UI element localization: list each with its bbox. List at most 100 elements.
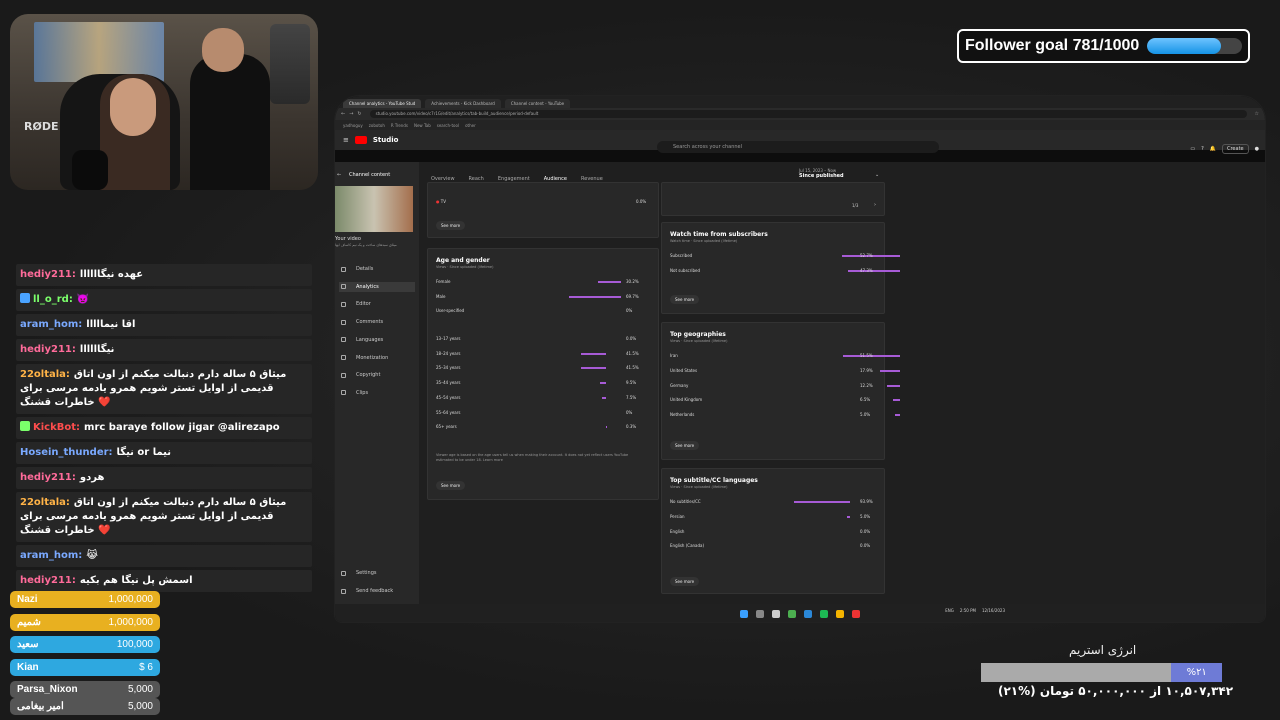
sidebar-item-send-feedback[interactable]: Send feedback xyxy=(339,586,415,596)
edge-icon[interactable] xyxy=(804,610,812,618)
start-icon[interactable] xyxy=(740,610,748,618)
chat-username[interactable]: ll_o_rd: xyxy=(33,294,73,305)
chat-username[interactable]: aram_hom: xyxy=(20,319,82,330)
browser-tab-strip: Channel analytics - YouTube Stud Achieve… xyxy=(335,96,1265,108)
messages-icon[interactable]: ▭ xyxy=(1190,146,1195,152)
sidebar-item-languages[interactable]: Languages xyxy=(339,335,415,345)
device-row: ● TV 0.0% xyxy=(436,199,646,205)
notifications-icon[interactable]: 🔔 xyxy=(1210,146,1216,152)
clock-date[interactable]: 12/16/2023 xyxy=(982,608,1005,613)
sidebar-item-monetization[interactable]: Monetization xyxy=(339,353,415,363)
stat-row: Male 69.7% xyxy=(436,294,666,300)
sidebar-item-clips[interactable]: Clips xyxy=(339,388,415,398)
chevron-right-icon[interactable]: › xyxy=(874,202,876,208)
reload-icon[interactable]: ↻ xyxy=(357,111,361,117)
bookmark[interactable]: yadhoguy xyxy=(343,123,363,128)
obs-icon[interactable] xyxy=(852,610,860,618)
clips-icon xyxy=(341,390,346,396)
channel-content-link[interactable]: Channel content xyxy=(349,172,390,178)
bookmark[interactable]: R Trends xyxy=(391,123,408,128)
stat-row: 25–34 years 41.5% xyxy=(436,365,666,371)
spotify-icon[interactable] xyxy=(820,610,828,618)
chat-username[interactable]: hediy211: xyxy=(20,344,76,355)
bookmark[interactable]: New Tab xyxy=(414,123,431,128)
stat-bar xyxy=(598,281,621,283)
avatar[interactable]: ● xyxy=(1255,146,1259,152)
chat-username[interactable]: Hosein_thunder: xyxy=(20,447,113,458)
star-icon[interactable]: ☆ xyxy=(1255,111,1259,117)
stat-row: 45–54 years 7.5% xyxy=(436,395,666,401)
stat-bar xyxy=(581,352,606,355)
device-type-card: ● TV 0.0% See more xyxy=(427,182,659,238)
browser-tab[interactable]: Channel analytics - YouTube Stud xyxy=(343,99,422,108)
date-range-label: Since published xyxy=(799,173,844,179)
help-icon[interactable]: ? xyxy=(1201,146,1204,152)
chat-username[interactable]: 22oltala: xyxy=(20,369,70,380)
card-title: Top subtitle/CC languages xyxy=(670,477,758,484)
chat-username[interactable]: 22oltala: xyxy=(20,497,70,508)
see-more-button[interactable]: See more xyxy=(436,221,466,230)
bookmarks-bar: yadhoguy zobotoh R Trends New Tab search… xyxy=(335,120,1265,130)
card-title: Top geographies xyxy=(670,331,726,338)
sidebar-item-label: Clips xyxy=(356,389,369,396)
languages-icon xyxy=(341,337,346,343)
video-thumbnail[interactable] xyxy=(335,186,413,232)
back-arrow-icon[interactable]: ← xyxy=(337,172,341,178)
see-more-button[interactable]: See more xyxy=(670,441,700,450)
stat-value: 52.7% xyxy=(860,253,873,258)
chevron-down-icon[interactable]: ⌄ xyxy=(875,172,879,178)
donor-name: امیر بیغامی xyxy=(17,701,64,712)
clock-time[interactable]: 2:50 PM xyxy=(960,608,976,613)
bookmark[interactable]: zobotoh xyxy=(369,123,385,128)
chat-message: hediy211: هردو xyxy=(16,467,312,489)
create-button[interactable]: Create xyxy=(1222,144,1249,154)
card-subtitle: Watch time · Since uploaded (lifetime) xyxy=(670,239,738,243)
browser-tab[interactable]: Channel content - YouTube xyxy=(504,99,571,108)
menu-icon[interactable]: ≡ xyxy=(343,136,349,144)
sidebar-item-editor[interactable]: Editor xyxy=(339,299,415,309)
stat-bar xyxy=(894,414,900,417)
date-range-picker[interactable]: Jul 15, 2023 – Now Since published xyxy=(799,168,844,179)
chrome-icon[interactable] xyxy=(836,610,844,618)
url-field[interactable]: studio.youtube.com/video/c7r1G/edit/anal… xyxy=(369,110,1247,118)
subscribers-card: Watch time from subscribers Watch time ·… xyxy=(661,222,900,314)
sidebar-item-copyright[interactable]: Copyright xyxy=(339,370,415,380)
system-tray: ENG 2:50 PM 12/16/2023 xyxy=(945,608,1005,613)
back-icon[interactable]: ← xyxy=(341,111,345,117)
stat-value: 5.0% xyxy=(860,513,871,519)
chat-message: Hosein_thunder: نیگا or نیما xyxy=(16,442,312,464)
chat-username[interactable]: KickBot: xyxy=(33,422,80,433)
stat-label: 45–54 years xyxy=(436,394,461,400)
stat-label: 65+ years xyxy=(436,424,457,430)
chat-username[interactable]: hediy211: xyxy=(20,269,76,280)
chat-username[interactable]: aram_hom: xyxy=(20,550,82,561)
see-more-button[interactable]: See more xyxy=(670,295,700,304)
sidebar-item-analytics[interactable]: Analytics xyxy=(339,281,415,292)
search-icon[interactable] xyxy=(756,610,764,618)
studio-search-input[interactable]: Search across your channel xyxy=(657,141,939,153)
forward-icon[interactable]: → xyxy=(349,111,353,117)
app-icon[interactable] xyxy=(788,610,796,618)
bot-icon xyxy=(20,421,30,431)
sidebar-item-comments[interactable]: Comments xyxy=(339,317,415,327)
language-indicator[interactable]: ENG xyxy=(945,608,954,613)
bookmark[interactable]: other xyxy=(465,123,476,128)
donor-name: سعید xyxy=(17,639,39,650)
chat-message: ll_o_rd: 👿 xyxy=(16,289,312,311)
bookmark[interactable]: search-tool xyxy=(437,123,459,128)
stat-label: Germany xyxy=(670,382,689,388)
chat-text: نیگاااااا xyxy=(79,344,115,355)
chat-text: عهده نیگاااااا xyxy=(79,269,144,280)
chat-message: KickBot: mrc baraye follow jigar @alireza… xyxy=(16,417,312,439)
sidebar-item-settings[interactable]: Settings xyxy=(339,568,415,578)
sidebar-item-details[interactable]: Details xyxy=(339,264,415,274)
file-explorer-icon[interactable] xyxy=(772,610,780,618)
see-more-button[interactable]: See more xyxy=(670,577,700,586)
browser-tab[interactable]: Achievements - Kick Dashboard xyxy=(425,99,501,108)
browser-address-bar: ← → ↻ studio.youtube.com/video/c7r1G/edi… xyxy=(335,108,1265,120)
chat-username[interactable]: hediy211: xyxy=(20,575,76,586)
see-more-button[interactable]: See more xyxy=(436,481,466,490)
youtube-logo-icon[interactable] xyxy=(354,136,367,144)
chat-username[interactable]: hediy211: xyxy=(20,472,76,483)
stat-row: English (Canada) 0.0% xyxy=(670,543,892,549)
